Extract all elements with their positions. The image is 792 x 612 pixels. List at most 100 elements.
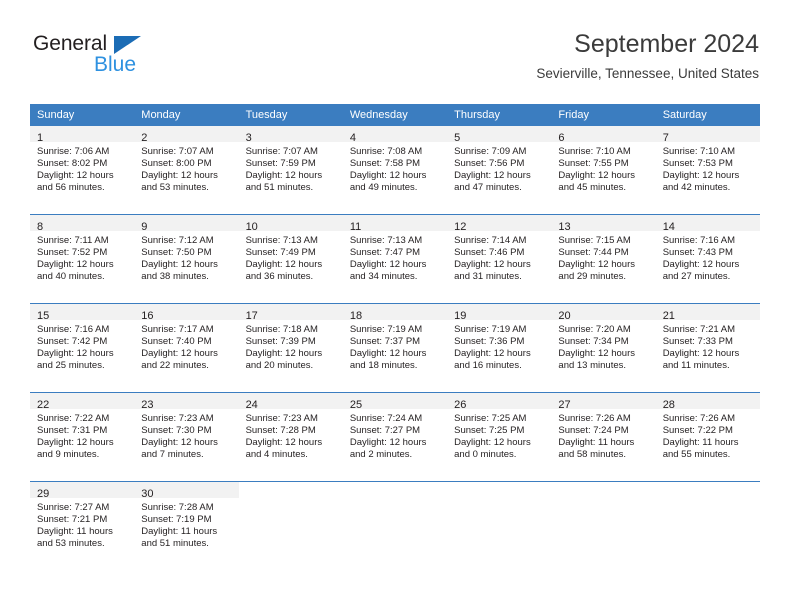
- day-content[interactable]: 18 Sunrise: 7:19 AM Sunset: 7:37 PM Dayligh…: [342, 304, 448, 392]
- day-number-bar: 5: [447, 126, 552, 144]
- day-details: Sunrise: 7:17 AM Sunset: 7:40 PM Daylight:…: [134, 320, 238, 372]
- calendar-day-cell: 1 Sunrise: 7:06 AM Sunset: 8:02 PM Daylight…: [30, 126, 135, 215]
- daylight-text-line2: and 29 minutes.: [558, 271, 627, 283]
- daylight-text-line1: Daylight: 12 hours: [141, 437, 218, 449]
- day-number: 30: [141, 488, 154, 500]
- day-content: [447, 482, 551, 570]
- day-details: Sunrise: 7:10 AM Sunset: 7:53 PM Daylight:…: [656, 142, 760, 194]
- day-content[interactable]: 28 Sunrise: 7:26 AM Sunset: 7:22 PM Dayligh…: [655, 393, 760, 481]
- day-number: 5: [454, 132, 461, 144]
- sunset-text: Sunset: 7:50 PM: [141, 247, 212, 259]
- sunrise-text: Sunrise: 7:10 AM: [558, 146, 631, 157]
- day-content[interactable]: 19 Sunrise: 7:19 AM Sunset: 7:36 PM Dayligh…: [447, 304, 552, 392]
- calendar-day-cell: 8 Sunrise: 7:11 AM Sunset: 7:52 PM Daylight…: [30, 214, 135, 304]
- day-content[interactable]: 11 Sunrise: 7:13 AM Sunset: 7:47 PM Dayligh…: [342, 215, 448, 303]
- page-subtitle: Sevierville, Tennessee, United States: [536, 66, 759, 81]
- sunrise-text: Sunrise: 7:09 AM: [454, 146, 527, 157]
- day-content[interactable]: 3 Sunrise: 7:07 AM Sunset: 7:59 PM Daylight…: [238, 126, 343, 214]
- day-number: 18: [349, 310, 363, 322]
- page-title: September 2024: [574, 30, 759, 58]
- sunset-text: Sunset: 7:21 PM: [37, 514, 108, 526]
- day-content[interactable]: 1 Sunrise: 7:06 AM Sunset: 8:02 PM Daylight…: [30, 126, 135, 214]
- day-content[interactable]: 25 Sunrise: 7:24 AM Sunset: 7:27 PM Dayligh…: [342, 393, 448, 481]
- daylight-text-line2: and 51 minutes.: [245, 182, 314, 194]
- day-number: 28: [662, 399, 675, 411]
- sunset-text: Sunset: 7:46 PM: [454, 247, 525, 259]
- day-number-bar: 27: [551, 393, 656, 411]
- day-content[interactable]: 7 Sunrise: 7:10 AM Sunset: 7:53 PM Daylight…: [655, 126, 760, 214]
- day-content[interactable]: 6 Sunrise: 7:10 AM Sunset: 7:55 PM Daylight…: [551, 126, 656, 214]
- day-number: 16: [141, 310, 154, 322]
- day-content[interactable]: 2 Sunrise: 7:07 AM Sunset: 8:00 PM Daylight…: [134, 126, 239, 214]
- day-details: Sunrise: 7:18 AM Sunset: 7:39 PM Daylight:…: [239, 320, 343, 372]
- calendar-day-cell: 24 Sunrise: 7:23 AM Sunset: 7:28 PM Dayligh…: [238, 392, 343, 482]
- weekday-header-thursday: Thursday: [447, 104, 552, 126]
- calendar-body: 1 Sunrise: 7:06 AM Sunset: 8:02 PM Daylight…: [30, 126, 760, 570]
- day-number-bar: 19: [447, 304, 552, 322]
- day-content[interactable]: 5 Sunrise: 7:09 AM Sunset: 7:56 PM Daylight…: [447, 126, 552, 214]
- day-number-bar: 8: [30, 215, 135, 233]
- day-content[interactable]: 10 Sunrise: 7:13 AM Sunset: 7:49 PM Dayligh…: [238, 215, 343, 303]
- day-content[interactable]: 9 Sunrise: 7:12 AM Sunset: 7:50 PM Daylight…: [134, 215, 239, 303]
- day-number: 17: [245, 310, 258, 322]
- weekday-header-friday: Friday: [551, 104, 656, 126]
- day-content[interactable]: 8 Sunrise: 7:11 AM Sunset: 7:52 PM Daylight…: [30, 215, 135, 303]
- day-content[interactable]: 20 Sunrise: 7:20 AM Sunset: 7:34 PM Dayligh…: [551, 304, 656, 392]
- calendar-week-row: 29 Sunrise: 7:27 AM Sunset: 7:21 PM Dayligh…: [30, 481, 760, 570]
- day-content[interactable]: 4 Sunrise: 7:08 AM Sunset: 7:58 PM Daylight…: [342, 126, 448, 214]
- daylight-text-line2: and 49 minutes.: [349, 182, 418, 194]
- day-content[interactable]: 21 Sunrise: 7:21 AM Sunset: 7:33 PM Dayligh…: [655, 304, 760, 392]
- day-number-bar: 7: [655, 126, 760, 144]
- calendar-day-cell: 26 Sunrise: 7:25 AM Sunset: 7:25 PM Dayligh…: [447, 392, 552, 482]
- daylight-text-line2: and 36 minutes.: [245, 271, 314, 283]
- day-number-bar: 20: [551, 304, 656, 322]
- calendar-day-cell: 15 Sunrise: 7:16 AM Sunset: 7:42 PM Dayligh…: [30, 303, 135, 393]
- day-number: 19: [454, 310, 467, 322]
- day-number: 3: [245, 132, 252, 144]
- sunset-text: Sunset: 7:49 PM: [245, 247, 316, 259]
- sunset-text: Sunset: 7:28 PM: [245, 425, 316, 437]
- day-content[interactable]: 13 Sunrise: 7:15 AM Sunset: 7:44 PM Dayligh…: [551, 215, 656, 303]
- calendar-day-cell: 13 Sunrise: 7:15 AM Sunset: 7:44 PM Dayligh…: [551, 214, 656, 304]
- day-content[interactable]: 14 Sunrise: 7:16 AM Sunset: 7:43 PM Dayligh…: [655, 215, 760, 303]
- day-details: Sunrise: 7:06 AM Sunset: 8:02 PM Daylight:…: [30, 142, 134, 194]
- day-content[interactable]: 16 Sunrise: 7:17 AM Sunset: 7:40 PM Dayligh…: [134, 304, 239, 392]
- daylight-text-line2: and 58 minutes.: [558, 449, 627, 461]
- day-details: Sunrise: 7:08 AM Sunset: 7:58 PM Daylight:…: [343, 142, 447, 194]
- day-content[interactable]: 30 Sunrise: 7:28 AM Sunset: 7:19 PM Dayligh…: [134, 482, 239, 570]
- day-content[interactable]: 12 Sunrise: 7:14 AM Sunset: 7:46 PM Dayligh…: [447, 215, 552, 303]
- day-content[interactable]: 23 Sunrise: 7:23 AM Sunset: 7:30 PM Dayligh…: [134, 393, 239, 481]
- day-number-bar: 24: [238, 393, 343, 411]
- day-details: Sunrise: 7:14 AM Sunset: 7:46 PM Daylight:…: [447, 231, 551, 283]
- day-details: Sunrise: 7:16 AM Sunset: 7:42 PM Daylight:…: [30, 320, 134, 372]
- daylight-text-line1: Daylight: 12 hours: [245, 170, 323, 182]
- day-number-bar: 28: [655, 393, 760, 411]
- day-content[interactable]: 27 Sunrise: 7:26 AM Sunset: 7:24 PM Dayligh…: [551, 393, 656, 481]
- day-content[interactable]: 24 Sunrise: 7:23 AM Sunset: 7:28 PM Dayligh…: [238, 393, 343, 481]
- sunrise-text: Sunrise: 7:14 AM: [454, 235, 527, 246]
- daylight-text-line2: and 40 minutes.: [37, 271, 105, 283]
- day-content[interactable]: 26 Sunrise: 7:25 AM Sunset: 7:25 PM Dayligh…: [447, 393, 552, 481]
- day-content[interactable]: 15 Sunrise: 7:16 AM Sunset: 7:42 PM Dayligh…: [30, 304, 135, 392]
- daylight-text-line2: and 9 minutes.: [37, 449, 100, 461]
- day-number-bar: 17: [238, 304, 343, 322]
- day-number-bar: 23: [134, 393, 239, 411]
- general-blue-logo[interactable]: General Blue: [33, 33, 233, 85]
- day-number: 23: [141, 399, 154, 411]
- day-content[interactable]: 17 Sunrise: 7:18 AM Sunset: 7:39 PM Dayligh…: [238, 304, 343, 392]
- day-content[interactable]: 22 Sunrise: 7:22 AM Sunset: 7:31 PM Dayligh…: [30, 393, 135, 481]
- day-number-bar: 2: [134, 126, 239, 144]
- daylight-text-line1: Daylight: 12 hours: [558, 170, 635, 182]
- calendar-day-cell: 28 Sunrise: 7:26 AM Sunset: 7:22 PM Dayligh…: [655, 392, 760, 482]
- sunrise-text: Sunrise: 7:18 AM: [245, 324, 318, 335]
- daylight-text-line2: and 42 minutes.: [662, 182, 731, 194]
- day-details: Sunrise: 7:10 AM Sunset: 7:55 PM Daylight:…: [551, 142, 655, 194]
- sunrise-text: Sunrise: 7:25 AM: [454, 413, 527, 424]
- daylight-text-line1: Daylight: 11 hours: [141, 526, 218, 538]
- day-number-bar: 22: [30, 393, 135, 411]
- daylight-text-line1: Daylight: 12 hours: [245, 348, 323, 360]
- weekday-header-saturday: Saturday: [655, 104, 760, 126]
- day-content[interactable]: 29 Sunrise: 7:27 AM Sunset: 7:21 PM Dayligh…: [30, 482, 135, 570]
- calendar-day-cell: [342, 481, 448, 570]
- day-number: 25: [349, 399, 363, 411]
